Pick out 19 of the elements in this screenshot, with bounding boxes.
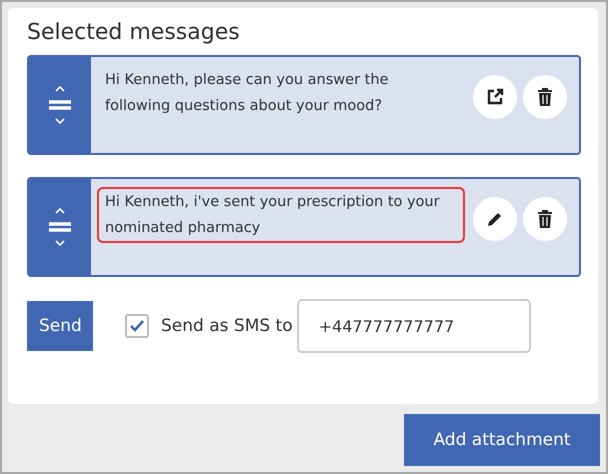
message-text: Hi Kenneth, i've sent your prescription to your nominated pharmacy	[97, 187, 465, 243]
edit-button[interactable]	[473, 197, 517, 241]
delete-button[interactable]	[523, 197, 567, 241]
check-icon	[129, 319, 145, 333]
delete-button[interactable]	[523, 75, 567, 119]
send-button[interactable]: Send	[27, 301, 93, 351]
add-attachment-button[interactable]: Add attachment	[404, 414, 600, 466]
trash-icon	[537, 210, 553, 228]
sms-checkbox[interactable]	[125, 314, 149, 338]
open-button[interactable]	[473, 75, 517, 119]
message-text: Hi Kenneth, please can you answer the following questions about your mood?	[104, 71, 390, 116]
pencil-icon	[486, 210, 504, 228]
phone-field[interactable]: +447777777777	[296, 299, 531, 353]
external-link-icon	[486, 88, 504, 106]
drag-handle[interactable]	[29, 179, 91, 275]
trash-icon	[537, 88, 553, 106]
section-title: Selected messages	[27, 20, 241, 45]
drag-handle[interactable]	[29, 57, 91, 153]
sms-label: Send as SMS to	[161, 316, 293, 336]
